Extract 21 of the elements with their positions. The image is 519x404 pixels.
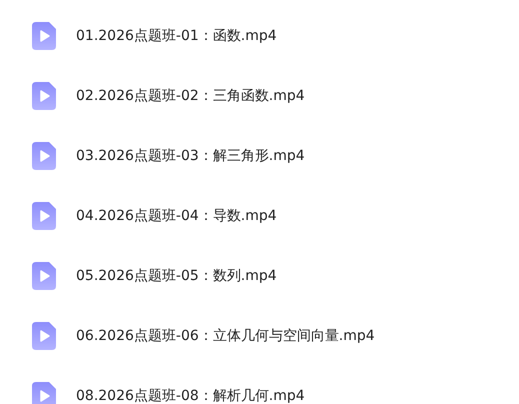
file-row[interactable]: 08.2026点题班-08：解析几何.mp4 — [0, 366, 519, 404]
video-file-icon — [32, 382, 56, 404]
file-row[interactable]: 05.2026点题班-05：数列.mp4 — [0, 246, 519, 306]
file-name: 02.2026点题班-02：三角函数.mp4 — [76, 86, 305, 106]
video-file-icon — [32, 22, 56, 50]
file-row[interactable]: 03.2026点题班-03：解三角形.mp4 — [0, 126, 519, 186]
file-name: 08.2026点题班-08：解析几何.mp4 — [76, 386, 305, 404]
file-name: 04.2026点题班-04：导数.mp4 — [76, 206, 277, 226]
file-name: 03.2026点题班-03：解三角形.mp4 — [76, 146, 305, 166]
video-file-icon — [32, 142, 56, 170]
video-file-icon — [32, 202, 56, 230]
file-row[interactable]: 02.2026点题班-02：三角函数.mp4 — [0, 66, 519, 126]
video-file-icon — [32, 322, 56, 350]
video-file-icon — [32, 82, 56, 110]
video-file-icon — [32, 262, 56, 290]
file-row[interactable]: 04.2026点题班-04：导数.mp4 — [0, 186, 519, 246]
file-row[interactable]: 06.2026点题班-06：立体几何与空间向量.mp4 — [0, 306, 519, 366]
file-name: 06.2026点题班-06：立体几何与空间向量.mp4 — [76, 326, 375, 346]
file-name: 05.2026点题班-05：数列.mp4 — [76, 266, 277, 286]
file-row[interactable]: 01.2026点题班-01：函数.mp4 — [0, 6, 519, 66]
file-name: 01.2026点题班-01：函数.mp4 — [76, 26, 277, 46]
